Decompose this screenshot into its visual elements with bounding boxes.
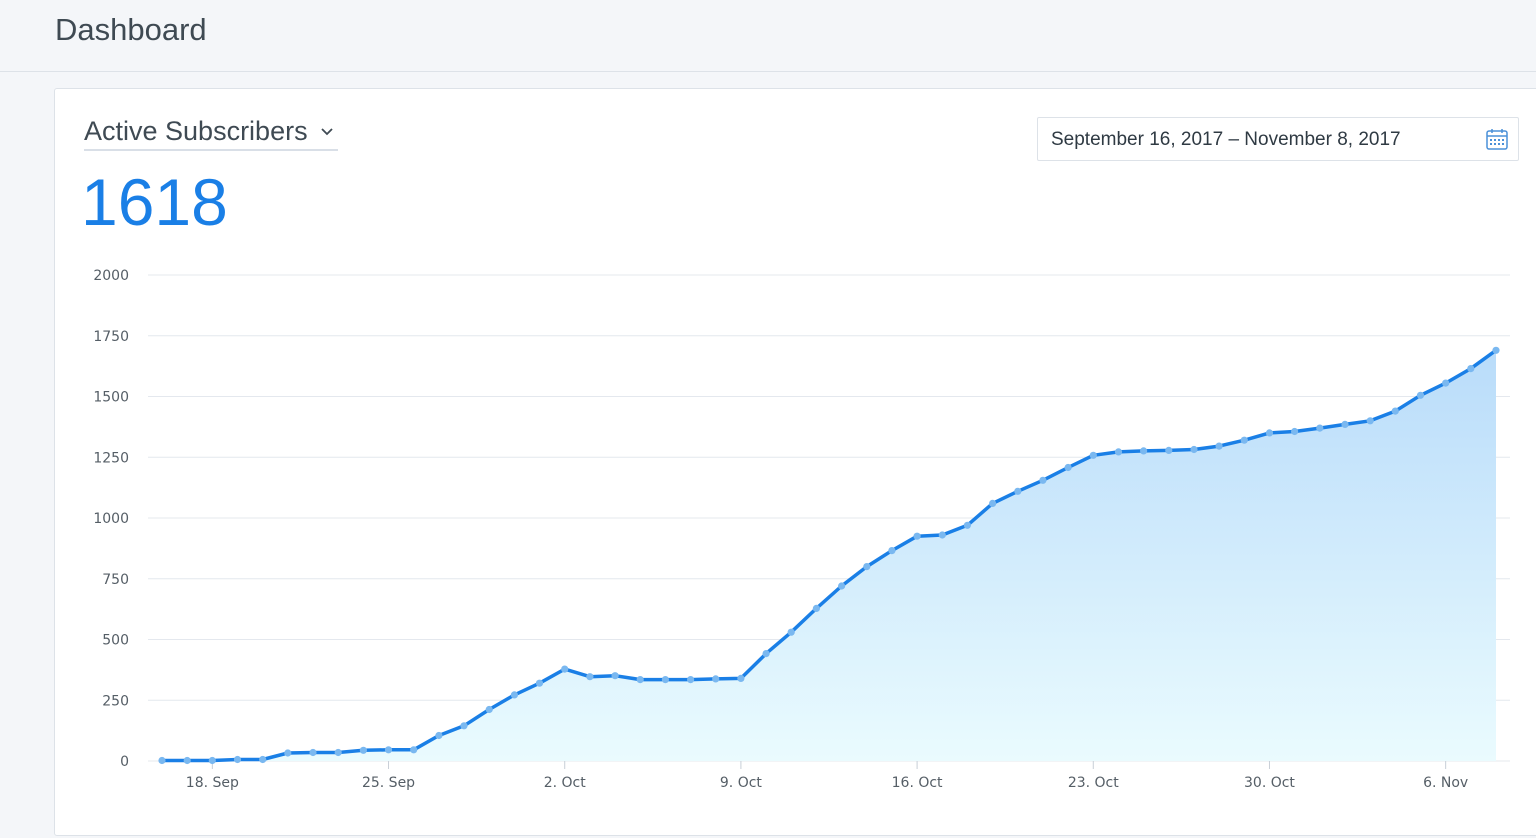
x-tick-label: 30. Oct (1244, 775, 1295, 791)
data-point (812, 604, 821, 613)
data-point (1064, 463, 1072, 472)
x-tick-label: 23. Oct (1068, 775, 1119, 791)
y-tick-label: 750 (102, 572, 129, 588)
x-tick-label: 2. Oct (544, 775, 587, 791)
y-tick-label: 2000 (93, 268, 129, 284)
data-point (259, 755, 267, 764)
data-point (1089, 451, 1097, 459)
data-point (787, 628, 795, 636)
data-point (1240, 436, 1248, 444)
data-point (158, 756, 166, 765)
data-point (1416, 391, 1425, 399)
data-point (687, 676, 695, 684)
data-point (1391, 407, 1399, 415)
data-point (1190, 445, 1198, 454)
x-tick-label: 9. Oct (720, 775, 763, 791)
data-point (309, 748, 317, 757)
data-point (1341, 420, 1349, 428)
data-point (838, 582, 846, 590)
y-tick-label: 1250 (93, 450, 129, 466)
data-point (1291, 427, 1299, 436)
y-tick-label: 1750 (93, 329, 129, 345)
data-point (989, 499, 997, 507)
x-tick-label: 18. Sep (186, 775, 239, 791)
data-point (1442, 379, 1450, 387)
data-point (938, 531, 946, 539)
data-point (535, 679, 544, 687)
data-point (1215, 442, 1223, 450)
data-point (611, 672, 619, 680)
y-tick-label: 0 (120, 754, 129, 770)
data-point (485, 705, 493, 714)
data-point (762, 650, 770, 658)
subscribers-chart: 0 250 500 750 1000 1250 1500 1750 2000 18. Sep 25.… (93, 268, 1510, 791)
data-point (636, 676, 644, 684)
data-point (1265, 429, 1274, 437)
data-point (384, 746, 393, 754)
x-tick-label: 6. Nov (1423, 775, 1468, 791)
data-point (661, 676, 670, 684)
y-tick-label: 500 (102, 633, 129, 649)
data-point (1039, 476, 1047, 484)
data-point (1140, 447, 1148, 455)
data-point (1492, 346, 1500, 354)
data-point (334, 748, 342, 757)
data-point (183, 756, 191, 765)
data-point (359, 746, 367, 754)
y-tick-label: 250 (102, 693, 129, 709)
data-point (863, 563, 871, 571)
y-tick-label: 1500 (93, 390, 129, 406)
data-point (460, 722, 468, 730)
data-point (712, 675, 720, 683)
data-point (1114, 448, 1123, 456)
y-tick-label: 1000 (93, 511, 129, 527)
data-point (284, 749, 292, 757)
x-tick-label: 25. Sep (362, 775, 415, 791)
data-point (561, 665, 569, 673)
data-point (510, 691, 518, 699)
data-point (208, 756, 216, 765)
data-point (586, 673, 594, 681)
series-area (162, 350, 1496, 761)
data-point (913, 532, 921, 540)
data-point (737, 674, 745, 683)
data-point (1366, 417, 1374, 425)
data-point (233, 755, 242, 764)
data-point (1165, 446, 1173, 454)
x-tick-label: 16. Oct (892, 775, 943, 791)
data-point (888, 547, 896, 555)
data-point (1467, 365, 1475, 373)
data-point (435, 731, 443, 740)
data-point (1316, 424, 1324, 432)
data-point (1014, 487, 1022, 495)
data-point (963, 521, 972, 529)
data-point (410, 746, 418, 754)
